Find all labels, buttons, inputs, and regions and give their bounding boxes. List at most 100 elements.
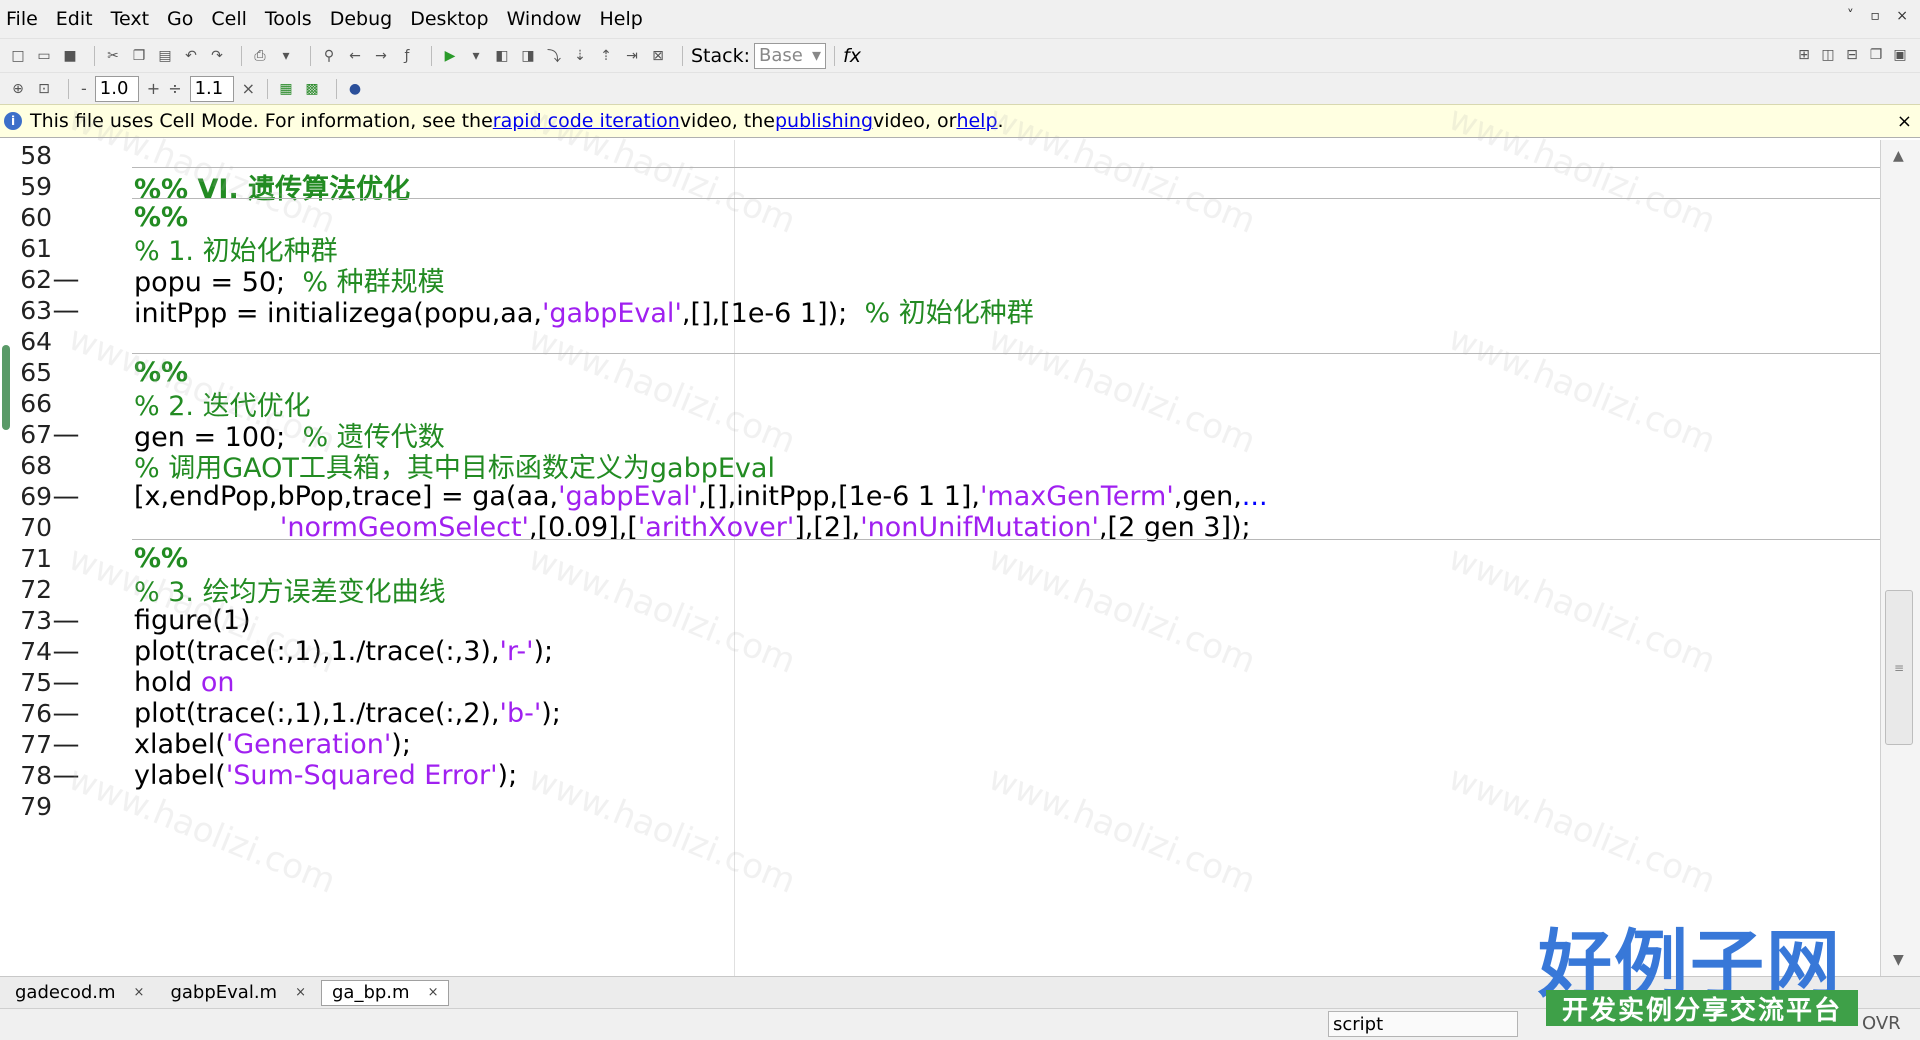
step-out-icon[interactable]: ⇡: [596, 46, 616, 66]
scroll-up-icon[interactable]: ▲: [1893, 148, 1904, 164]
breakpoint-slot[interactable]: —: [52, 760, 80, 791]
close-icon[interactable]: ×: [428, 985, 439, 1000]
redo-icon[interactable]: ↷: [207, 46, 227, 66]
infobar-mid1: video, the: [679, 110, 775, 132]
menu-edit[interactable]: Edit: [56, 8, 93, 30]
tab-gabpeval-m[interactable]: gabpEval.m ×: [159, 980, 317, 1006]
window-controls[interactable]: ˅ ▫ ×: [1847, 8, 1914, 24]
save-icon[interactable]: ■: [60, 46, 80, 66]
find-icon[interactable]: ⚲: [319, 46, 339, 66]
code-token-text: [x,endPop,bPop,trace] = ga(aa,: [134, 480, 559, 512]
open-file-icon[interactable]: ▭: [34, 46, 54, 66]
info-icon: i: [4, 112, 22, 130]
breakpoint-slot[interactable]: —: [52, 481, 80, 512]
clear-breakpoints-icon[interactable]: ◨: [518, 46, 538, 66]
scrollbar-thumb[interactable]: ≡: [1885, 590, 1913, 745]
evaluate-cell-icon[interactable]: ⊡: [34, 79, 54, 99]
code-token-text: ],[2],: [794, 511, 861, 543]
menu-file[interactable]: File: [6, 8, 38, 30]
float-icon[interactable]: ❐: [1866, 45, 1886, 65]
menu-go[interactable]: Go: [167, 8, 193, 30]
cell-factor-field[interactable]: 1.1: [189, 75, 234, 102]
menu-text[interactable]: Text: [111, 8, 149, 30]
tab-gadecod-m[interactable]: gadecod.m ×: [4, 980, 155, 1006]
fx-button[interactable]: fx: [843, 45, 861, 67]
copy-icon[interactable]: ❐: [129, 46, 149, 66]
paste-icon[interactable]: ▤: [155, 46, 175, 66]
cell-value-field[interactable]: 1.0: [94, 75, 139, 102]
code-token-text: plot(trace(:,1),1./trace(:,2),: [134, 697, 500, 729]
back-icon[interactable]: ←: [345, 46, 365, 66]
decrement-button[interactable]: -: [81, 79, 87, 98]
help-icon[interactable]: ●: [345, 79, 365, 99]
status-bar: script OVR: [0, 1008, 1920, 1040]
step-in-icon[interactable]: ⇣: [570, 46, 590, 66]
undo-icon[interactable]: ↶: [181, 46, 201, 66]
breakpoint-slot[interactable]: —: [52, 698, 80, 729]
multiply-button[interactable]: ×: [242, 79, 255, 98]
run-dropdown-icon[interactable]: ▾: [466, 46, 486, 66]
scroll-down-icon[interactable]: ▼: [1893, 952, 1904, 968]
menu-window[interactable]: Window: [507, 8, 582, 30]
code-text: ylabel('Sum-Squared Error');: [134, 760, 517, 791]
tab-ga-bp-m[interactable]: ga_bp.m ×: [320, 979, 450, 1006]
divide-button[interactable]: ÷: [168, 79, 181, 98]
tile-grid-icon[interactable]: ⊞: [1794, 45, 1814, 65]
print-dropdown-icon[interactable]: ▾: [276, 46, 296, 66]
code-line[interactable]: 79: [0, 787, 1880, 825]
code-token-text: );: [391, 728, 411, 760]
increment-button[interactable]: +: [147, 79, 160, 98]
close-icon[interactable]: ×: [134, 985, 145, 1000]
line-number: 75: [20, 667, 52, 697]
tile-horizontal-icon[interactable]: ⊟: [1842, 45, 1862, 65]
breakpoint-slot[interactable]: —: [52, 295, 80, 326]
toolbar-separator: [241, 45, 242, 66]
new-file-icon[interactable]: □: [8, 46, 28, 66]
breakpoint-slot[interactable]: —: [52, 667, 80, 698]
code-token-ellipsis: ...: [1241, 480, 1268, 512]
menu-debug[interactable]: Debug: [330, 8, 392, 30]
stack-label: Stack:: [691, 44, 751, 67]
tile-vertical-icon[interactable]: ◫: [1818, 45, 1838, 65]
function-browser-icon[interactable]: ƒ: [397, 46, 417, 66]
insert-cell-icon[interactable]: ⊕: [8, 79, 28, 99]
breakpoint-slot[interactable]: —: [52, 636, 80, 667]
line-number: 72: [20, 574, 52, 604]
menu-desktop[interactable]: Desktop: [410, 8, 488, 30]
breakpoint-slot[interactable]: —: [52, 419, 80, 450]
line-number: 70: [20, 512, 52, 542]
toolbar-separator: [336, 78, 337, 99]
breakpoint-slot[interactable]: —: [52, 729, 80, 760]
tab-label: ga_bp.m: [331, 982, 410, 1003]
rapid-code-iteration-link[interactable]: rapid code iteration: [493, 110, 680, 132]
cut-icon[interactable]: ✂: [103, 46, 123, 66]
exit-debug-icon[interactable]: ⊠: [648, 46, 668, 66]
continue-icon[interactable]: ⇥: [622, 46, 642, 66]
run-icon[interactable]: ▶: [440, 46, 460, 66]
vertical-scrollbar[interactable]: ▲ ≡ ▼: [1880, 140, 1920, 976]
code-editor[interactable]: 58 59%% VI. 遗传算法优化 60%% 61% 1. 初始化种群 62— popu…: [0, 140, 1880, 976]
close-icon[interactable]: ×: [295, 985, 306, 1000]
step-icon[interactable]: ⤵: [544, 46, 564, 66]
line-number: 61: [20, 233, 52, 263]
layout-controls: ⊞ ◫ ⊟ ❐ ▣: [1794, 45, 1914, 65]
set-breakpoint-icon[interactable]: ◧: [492, 46, 512, 66]
breakpoint-slot[interactable]: —: [52, 605, 80, 636]
code-token-string: 'Sum-Squared Error': [225, 759, 498, 791]
close-icon[interactable]: ×: [1897, 111, 1912, 132]
menu-cell[interactable]: Cell: [211, 8, 247, 30]
menu-help[interactable]: Help: [599, 8, 642, 30]
stack-select[interactable]: Base ▾: [754, 42, 827, 69]
menu-tools[interactable]: Tools: [265, 8, 312, 30]
code-token-text: );: [497, 759, 518, 791]
maximize-icon[interactable]: ▣: [1890, 45, 1910, 65]
help-link[interactable]: help: [956, 110, 997, 132]
forward-icon[interactable]: →: [371, 46, 391, 66]
evaluate-advance-icon[interactable]: ▦: [276, 79, 296, 99]
breakpoint-slot[interactable]: —: [52, 264, 80, 295]
code-text: 'normGeomSelect',[0.09],['arithXover'],[…: [134, 512, 1251, 543]
print-icon[interactable]: ⎙: [250, 46, 270, 66]
evaluate-file-icon[interactable]: ▩: [302, 79, 322, 99]
publishing-link[interactable]: publishing: [775, 110, 873, 132]
